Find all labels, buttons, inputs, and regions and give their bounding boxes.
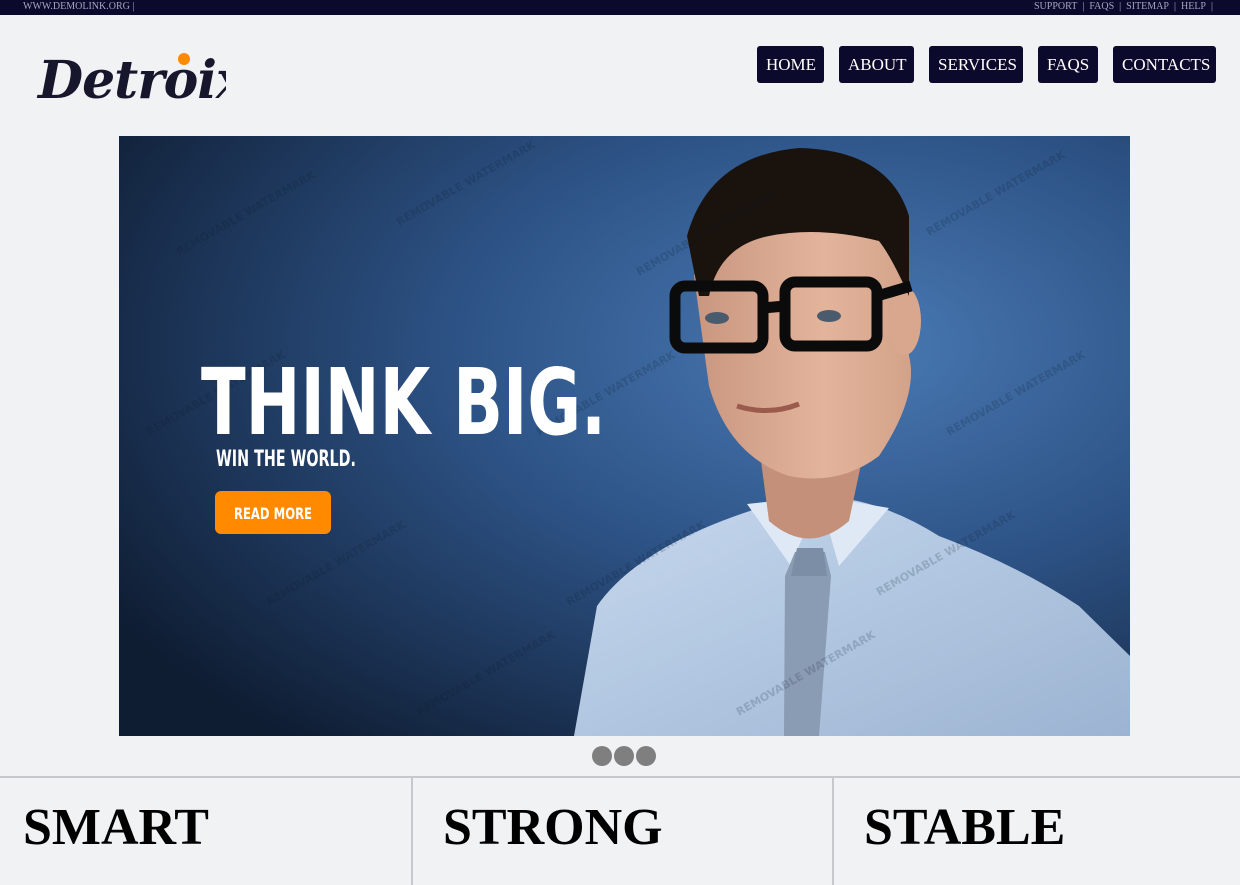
feature-smart: SMART	[0, 778, 413, 885]
site-url: WWW.DEMOLINK.ORG |	[23, 1, 135, 12]
slider-dot-2[interactable]	[614, 746, 634, 766]
slider-pagination	[592, 746, 656, 766]
feature-title: SMART	[23, 799, 209, 856]
nav-contacts-button[interactable]: CONTACTS	[1113, 46, 1216, 83]
hero-subline: WIN THE WORLD.	[216, 447, 356, 472]
hero-headline: THINK BIG.	[201, 349, 606, 456]
main-nav: HOME ABOUT SERVICES FAQS CONTACTS	[757, 46, 1216, 83]
hero-slide-image: REMOVABLE WATERMARK REMOVABLE WATERMARK …	[119, 136, 1130, 736]
nav-faqs-button[interactable]: FAQS	[1038, 46, 1098, 83]
feature-title: STABLE	[864, 799, 1066, 856]
top-link-separator: |	[1173, 1, 1176, 12]
slider-dot-1[interactable]	[592, 746, 612, 766]
top-link-separator: |	[1119, 1, 1122, 12]
read-more-button[interactable]: READ MORE	[215, 491, 331, 534]
top-link-separator: |	[1210, 1, 1213, 12]
nav-about-button[interactable]: ABOUT	[839, 46, 914, 83]
top-link-sitemap[interactable]: SITEMAP	[1126, 0, 1169, 13]
nav-services-button[interactable]: SERVICES	[929, 46, 1023, 83]
slider-dot-3[interactable]	[636, 746, 656, 766]
feature-strong: STRONG	[413, 778, 834, 885]
logo[interactable]: Detroix	[36, 40, 249, 111]
feature-row: SMART STRONG STABLE	[0, 776, 1240, 885]
top-link-separator: |	[1082, 1, 1085, 12]
top-bar: WWW.DEMOLINK.ORG | SUPPORT | FAQS | SITE…	[0, 0, 1240, 15]
logo-text: Detroix	[36, 50, 226, 106]
nav-home-button[interactable]: HOME	[757, 46, 824, 83]
top-link-support[interactable]: SUPPORT	[1034, 0, 1077, 13]
top-link-faqs[interactable]: FAQS	[1089, 0, 1114, 13]
read-more-label: READ MORE	[234, 504, 312, 523]
top-links: SUPPORT | FAQS | SITEMAP | HELP |	[1034, 0, 1218, 13]
top-link-help[interactable]: HELP	[1181, 0, 1206, 13]
hero-slider: REMOVABLE WATERMARK REMOVABLE WATERMARK …	[119, 136, 1130, 736]
feature-title: STRONG	[443, 799, 663, 856]
logo-dot-icon	[178, 53, 190, 65]
feature-stable: STABLE	[834, 778, 1238, 885]
